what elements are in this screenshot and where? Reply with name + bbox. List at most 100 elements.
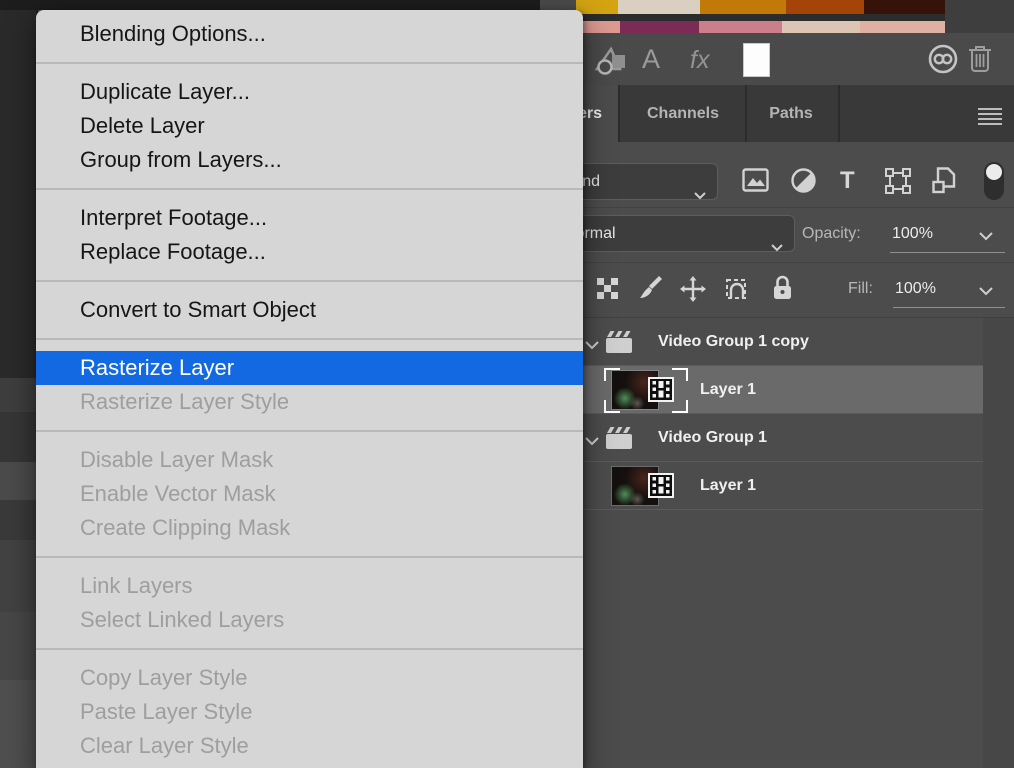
panel-menu-icon[interactable] xyxy=(978,108,1002,128)
color-band xyxy=(786,0,864,14)
tab-paths[interactable]: Paths xyxy=(762,103,820,125)
color-band xyxy=(860,21,945,33)
group-name[interactable]: Video Group 1 copy xyxy=(658,318,809,365)
layer-row[interactable]: Layer 1 xyxy=(540,462,983,510)
filter-smart-objects-icon[interactable] xyxy=(932,167,958,199)
canvas-color-strip xyxy=(576,0,945,33)
chevron-down-icon xyxy=(770,230,784,265)
video-layer-badge-icon xyxy=(648,473,674,503)
creative-cloud-icon[interactable] xyxy=(927,43,959,80)
menu-item-duplicate-layer[interactable]: Duplicate Layer... xyxy=(36,75,583,109)
opacity-value[interactable]: 100% xyxy=(892,222,933,246)
tab-divider xyxy=(745,85,747,142)
fill-label: Fill: xyxy=(848,277,873,301)
menu-separator xyxy=(36,327,583,351)
panel-toolbar: A fx xyxy=(540,33,1014,86)
menu-separator xyxy=(36,545,583,569)
menu-separator xyxy=(36,177,583,201)
menu-item-blending-options[interactable]: Blending Options... xyxy=(36,17,583,51)
menu-item-copy-layer-style: Copy Layer Style xyxy=(36,661,583,695)
fill-underline xyxy=(893,307,1005,308)
layer-context-menu: Blending Options... Duplicate Layer... D… xyxy=(36,10,583,768)
color-band xyxy=(699,21,782,33)
selection-bracket xyxy=(604,368,620,381)
color-band xyxy=(700,0,786,14)
color-band xyxy=(618,0,700,14)
tab-divider xyxy=(618,85,620,142)
tab-channels[interactable]: Channels xyxy=(632,103,734,125)
top-dark-bar xyxy=(0,0,576,10)
chevron-down-icon[interactable] xyxy=(978,228,994,246)
lock-image-pixels-icon[interactable] xyxy=(638,276,663,306)
menu-item-clear-layer-style: Clear Layer Style xyxy=(36,729,583,763)
lock-transparency-icon[interactable] xyxy=(597,278,619,305)
canvas-strip-row-2 xyxy=(576,21,945,33)
dock-band xyxy=(0,540,36,612)
filter-adjustment-layers-icon[interactable] xyxy=(791,168,816,198)
color-band xyxy=(620,21,699,33)
video-layer-badge-icon xyxy=(648,377,674,407)
canvas-strip-row-1 xyxy=(576,0,945,14)
blend-mode-dropdown[interactable]: Normal xyxy=(552,215,795,252)
left-dock xyxy=(0,0,38,768)
layer-name[interactable]: Layer 1 xyxy=(700,462,756,509)
trash-icon[interactable] xyxy=(968,43,992,78)
selection-bracket xyxy=(672,368,688,381)
color-band xyxy=(782,21,860,33)
strip-corner-fill xyxy=(945,0,1014,33)
selection-bracket xyxy=(604,400,620,413)
filter-pixel-layers-icon[interactable] xyxy=(742,168,769,197)
group-name[interactable]: Video Group 1 xyxy=(658,414,767,461)
type-tool-icon[interactable]: A xyxy=(642,44,660,75)
menu-item-create-clipping-mask: Create Clipping Mask xyxy=(36,511,583,545)
lock-all-icon[interactable] xyxy=(772,275,793,306)
selection-bracket xyxy=(672,400,688,413)
dock-band xyxy=(0,612,36,680)
layer-row-group[interactable]: Video Group 1 xyxy=(540,414,983,462)
lock-artboard-icon[interactable] xyxy=(724,277,749,306)
lock-position-icon[interactable] xyxy=(680,276,706,307)
menu-item-delete-layer[interactable]: Delete Layer xyxy=(36,109,583,143)
menu-item-paste-layer-style: Paste Layer Style xyxy=(36,695,583,729)
filter-shape-layers-icon[interactable] xyxy=(885,168,911,199)
menu-item-replace-footage[interactable]: Replace Footage... xyxy=(36,235,583,269)
menu-separator xyxy=(36,269,583,293)
dock-band xyxy=(0,462,36,500)
scroll-gutter[interactable] xyxy=(983,318,1014,768)
opacity-label: Opacity: xyxy=(802,222,861,246)
layer-row-selected[interactable]: Layer 1 xyxy=(540,366,983,414)
menu-item-interpret-footage[interactable]: Interpret Footage... xyxy=(36,201,583,235)
video-group-icon xyxy=(604,329,634,360)
menu-item-rasterize-layer-style: Rasterize Layer Style xyxy=(36,385,583,419)
menu-item-rasterize-layer[interactable]: Rasterize Layer xyxy=(36,351,583,385)
fill-value[interactable]: 100% xyxy=(895,277,936,301)
menu-separator xyxy=(36,419,583,443)
menu-separator xyxy=(36,51,583,75)
layers-panel: A fx xyxy=(540,0,1014,768)
layer-effects-icon[interactable]: fx xyxy=(690,46,709,75)
menu-item-link-layers: Link Layers xyxy=(36,569,583,603)
menu-item-group-from-layers[interactable]: Group from Layers... xyxy=(36,143,583,177)
layer-row-group[interactable]: Video Group 1 copy xyxy=(540,318,983,366)
filter-type-layers-icon[interactable]: T xyxy=(840,167,855,195)
dock-band xyxy=(0,412,36,462)
menu-item-enable-vector-mask: Enable Vector Mask xyxy=(36,477,583,511)
photoshop-screen: A fx xyxy=(0,0,1014,768)
chevron-down-icon[interactable] xyxy=(978,283,994,301)
chevron-expand-icon[interactable] xyxy=(584,337,600,355)
color-swatch[interactable] xyxy=(743,43,770,77)
video-group-icon xyxy=(604,425,634,456)
layer-name[interactable]: Layer 1 xyxy=(700,366,756,413)
tab-divider xyxy=(838,85,840,142)
menu-item-select-linked-layers: Select Linked Layers xyxy=(36,603,583,637)
menu-item-convert-to-smart-object[interactable]: Convert to Smart Object xyxy=(36,293,583,327)
color-band xyxy=(864,0,945,14)
mask-shape-icon[interactable] xyxy=(594,45,628,80)
opacity-underline xyxy=(890,252,1005,253)
color-band xyxy=(576,0,618,14)
menu-item-disable-layer-mask: Disable Layer Mask xyxy=(36,443,583,477)
dock-band xyxy=(0,378,36,412)
filter-toggle-switch[interactable] xyxy=(984,162,1004,200)
chevron-expand-icon[interactable] xyxy=(584,433,600,451)
separator xyxy=(540,262,1014,263)
